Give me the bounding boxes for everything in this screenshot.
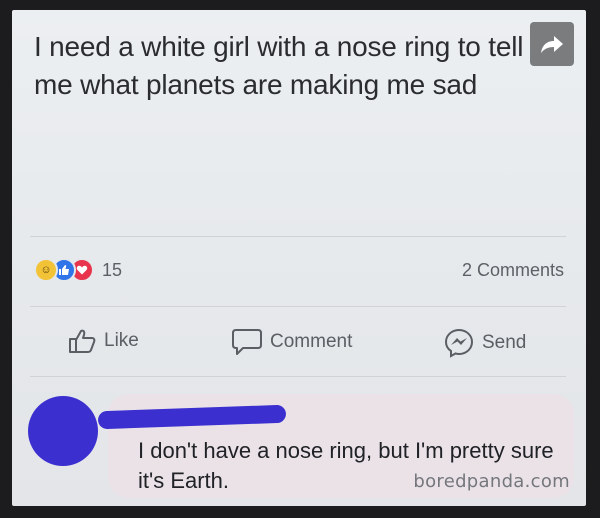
divider	[30, 236, 566, 237]
share-arrow-icon	[541, 36, 563, 53]
reaction-count: 15	[102, 259, 123, 280]
comment-label: Comment	[270, 331, 353, 352]
like-label: Like	[104, 330, 139, 351]
messenger-icon	[444, 328, 474, 358]
haha-reaction-icon: ☺	[34, 258, 58, 282]
comments-count-link[interactable]: 2 Comments	[462, 260, 564, 281]
send-button[interactable]: Send	[444, 328, 526, 358]
like-button[interactable]: Like	[68, 328, 139, 354]
watermark: boredpanda.com	[413, 471, 570, 492]
speech-bubble-icon	[232, 329, 262, 355]
comment-button[interactable]: Comment	[232, 328, 352, 356]
divider	[30, 376, 566, 377]
post-screenshot: I need a white girl with a nose ring to …	[12, 10, 586, 506]
reaction-summary[interactable]: ☺ 15	[34, 258, 122, 282]
avatar[interactable]	[28, 396, 98, 466]
send-label: Send	[482, 332, 527, 353]
post-text: I need a white girl with a nose ring to …	[34, 31, 524, 100]
share-button[interactable]	[530, 22, 574, 66]
thumbs-up-icon	[69, 329, 96, 353]
divider	[30, 306, 566, 307]
